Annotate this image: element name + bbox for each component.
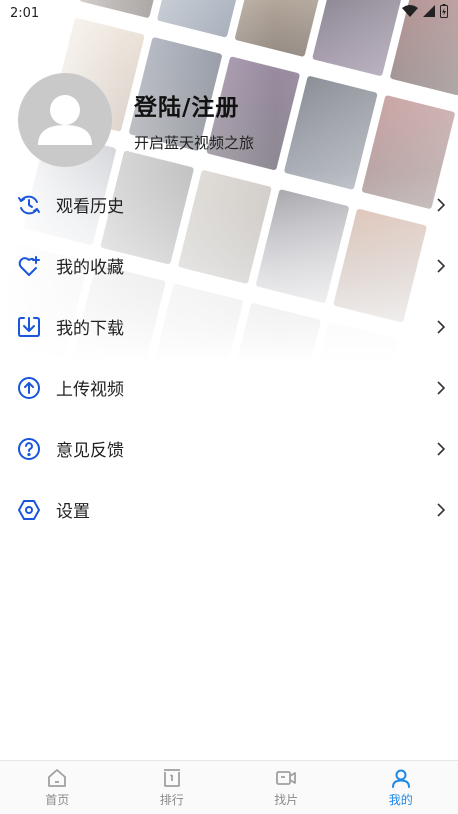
chevron-right-icon (434, 441, 448, 456)
video-camera-icon (276, 768, 297, 788)
menu-item-label: 我的收藏 (56, 258, 124, 278)
nav-item-mine[interactable]: 我的 (344, 761, 458, 814)
menu-item-label: 意见反馈 (56, 441, 124, 461)
profile-menu: 观看历史 我的收藏 我的下载 上传视频 意见反馈 设置 (0, 174, 458, 540)
menu-item-feedback[interactable]: 意见反馈 (0, 418, 458, 479)
help-icon (16, 436, 42, 462)
nav-item-find-video[interactable]: 找片 (229, 761, 344, 814)
history-icon (16, 192, 42, 218)
signal-icon (423, 5, 435, 21)
profile-text: 登陆/注册 开启蓝天视频之旅 (134, 88, 254, 153)
settings-icon (16, 497, 42, 523)
nav-label: 首页 (45, 792, 70, 807)
nav-item-home[interactable]: 首页 (0, 761, 115, 814)
menu-item-label: 上传视频 (56, 380, 124, 400)
menu-item-upload-video[interactable]: 上传视频 (0, 357, 458, 418)
menu-item-label: 我的下载 (56, 319, 124, 339)
upload-icon (16, 375, 42, 401)
login-register-title[interactable]: 登陆/注册 (134, 88, 254, 122)
bottom-nav: 首页 排行 找片 我的 (0, 760, 458, 814)
home-icon (47, 768, 67, 788)
chevron-right-icon (434, 319, 448, 334)
ranking-icon (162, 768, 182, 788)
status-icons (402, 4, 448, 22)
nav-label: 排行 (159, 792, 184, 807)
download-icon (16, 314, 42, 340)
user-placeholder-icon (38, 95, 92, 145)
menu-item-watch-history[interactable]: 观看历史 (0, 174, 458, 235)
user-icon (391, 768, 411, 788)
menu-item-settings[interactable]: 设置 (0, 479, 458, 540)
menu-item-downloads[interactable]: 我的下载 (0, 296, 458, 357)
nav-label: 我的 (388, 792, 413, 807)
status-time: 2:01 (10, 5, 40, 21)
menu-item-favorites[interactable]: 我的收藏 (0, 235, 458, 296)
chevron-right-icon (434, 258, 448, 273)
nav-label: 找片 (274, 792, 299, 807)
profile-subtitle: 开启蓝天视频之旅 (134, 133, 255, 152)
battery-icon (440, 4, 448, 22)
menu-item-label: 设置 (56, 502, 90, 522)
chevron-right-icon (434, 502, 448, 517)
heart-plus-icon (16, 253, 42, 279)
menu-item-label: 观看历史 (56, 197, 124, 217)
status-bar: 2:01 (0, 0, 458, 26)
chevron-right-icon (434, 197, 448, 212)
profile-header[interactable]: 登陆/注册 开启蓝天视频之旅 (18, 73, 254, 167)
nav-item-ranking[interactable]: 排行 (115, 761, 230, 814)
avatar[interactable] (18, 73, 112, 167)
wifi-icon (402, 5, 418, 21)
chevron-right-icon (434, 380, 448, 395)
